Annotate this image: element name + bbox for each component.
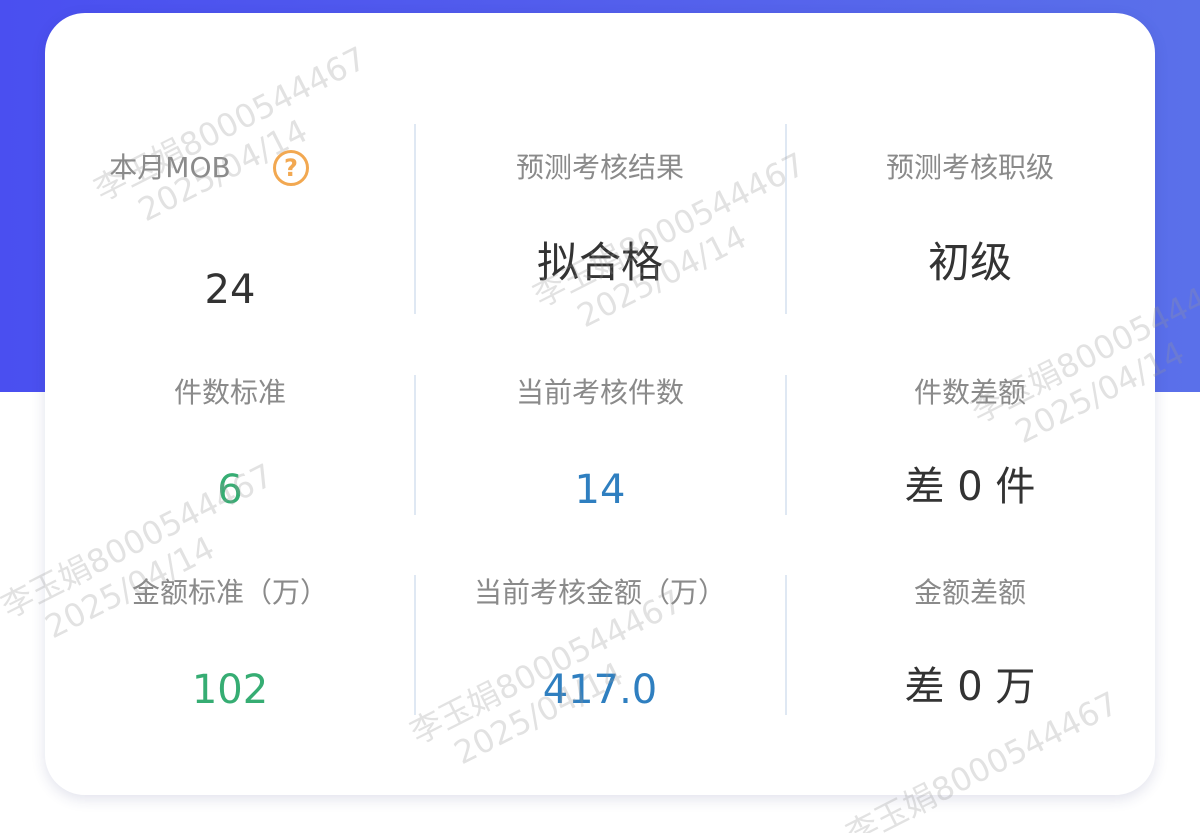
count-gap-label: 件数差额 bbox=[913, 376, 1026, 409]
amount-gap-label: 金额差额 bbox=[913, 576, 1026, 609]
assessment-card: 本月MOB ? 24 预测考核结果 拟合格 预测考核职级 初级 件数标准 6 当… bbox=[45, 13, 1155, 795]
current-amount-value: 417.0 bbox=[542, 667, 658, 713]
predicted-result-value: 拟合格 bbox=[536, 238, 663, 287]
mob-label: 本月MOB bbox=[109, 151, 231, 184]
predicted-result-label: 预测考核结果 bbox=[515, 151, 684, 184]
current-count-label: 当前考核件数 bbox=[515, 376, 684, 409]
count-standard-value: 6 bbox=[217, 467, 243, 513]
stat-amount-gap: 金额差额 差 0 万 bbox=[785, 543, 1155, 743]
predicted-level-value: 初级 bbox=[927, 238, 1012, 287]
predicted-level-label: 预测考核职级 bbox=[885, 151, 1054, 184]
help-icon[interactable]: ? bbox=[273, 150, 309, 186]
stat-count-standard: 件数标准 6 bbox=[45, 343, 415, 543]
mob-value: 24 bbox=[204, 267, 256, 313]
amount-standard-value: 102 bbox=[191, 667, 269, 713]
stat-current-amount: 当前考核金额（万） 417.0 bbox=[415, 543, 785, 743]
stat-predicted-result: 预测考核结果 拟合格 bbox=[415, 13, 785, 343]
count-standard-label: 件数标准 bbox=[173, 376, 286, 409]
current-amount-label: 当前考核金额（万） bbox=[473, 576, 726, 609]
count-gap-value: 差 0 件 bbox=[904, 464, 1036, 510]
stat-count-gap: 件数差额 差 0 件 bbox=[785, 343, 1155, 543]
current-count-value: 14 bbox=[574, 467, 626, 513]
amount-standard-label: 金额标准（万） bbox=[131, 576, 328, 609]
stat-current-count: 当前考核件数 14 bbox=[415, 343, 785, 543]
stat-predicted-level: 预测考核职级 初级 bbox=[785, 13, 1155, 343]
stat-mob: 本月MOB ? 24 bbox=[45, 13, 415, 343]
amount-gap-value: 差 0 万 bbox=[904, 664, 1036, 710]
stat-amount-standard: 金额标准（万） 102 bbox=[45, 543, 415, 743]
